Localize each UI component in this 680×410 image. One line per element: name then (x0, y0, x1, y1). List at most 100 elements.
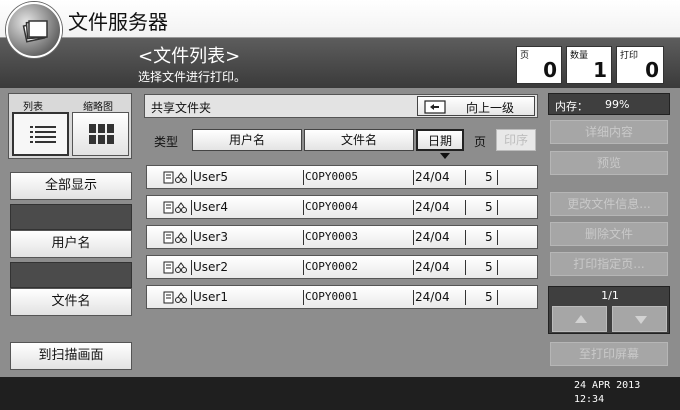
status-date: 24 APR 2013 (574, 380, 641, 391)
page-title: <文件列表> (138, 46, 241, 67)
sort-file-name-button[interactable]: 文件名 (304, 129, 414, 151)
folder-up-icon (424, 100, 446, 114)
column-divider (497, 290, 498, 305)
file-row[interactable]: User4 COPY0004 24/04 5 (146, 195, 538, 219)
user-name-field (10, 204, 132, 230)
stored-document-icon (163, 261, 187, 274)
column-divider (303, 260, 304, 275)
page-down-button[interactable] (612, 306, 667, 332)
file-pages: 5 (485, 200, 493, 214)
column-divider (497, 260, 498, 275)
pagination: 1/1 (548, 286, 670, 334)
list-icon (30, 126, 56, 143)
to-scan-screen-button[interactable]: 到扫描画面 (10, 342, 132, 370)
file-name: COPY0005 (305, 170, 358, 183)
memory-label: 内存： (555, 100, 588, 113)
app-title: 文件服务器 (68, 10, 168, 34)
type-label: 类型 (154, 135, 179, 149)
file-user: User1 (193, 290, 228, 304)
pages-column-label: 页 (474, 135, 487, 149)
up-one-level-label: 向上一级 (466, 101, 515, 115)
file-name-button[interactable]: 文件名 (10, 288, 132, 316)
file-name: COPY0003 (305, 230, 358, 243)
file-name: COPY0004 (305, 200, 358, 213)
stored-document-icon (163, 201, 187, 214)
to-print-screen-button[interactable]: 至打印屏幕 (550, 342, 668, 366)
sort-header: 类型 用户名 文件名 日期 页 印序 (144, 128, 544, 159)
title-bar: 文件服务器 (0, 0, 680, 58)
document-server-icon (6, 2, 62, 58)
preview-button[interactable]: 预览 (550, 151, 668, 175)
file-date: 24/04 (415, 170, 450, 184)
page-subtitle: 选择文件进行打印。 (138, 70, 247, 84)
file-row[interactable]: User1 COPY0001 24/04 5 (146, 285, 538, 309)
memory-status: 内存： 99% (548, 93, 670, 115)
page-up-button[interactable] (552, 306, 607, 332)
folder-bar: 共享文件夹 向上一级 (144, 94, 538, 118)
quantity-counter: 数量 1 (566, 46, 612, 84)
file-user: User3 (193, 230, 228, 244)
column-divider (497, 200, 498, 215)
print-counter-label: 打印 (620, 51, 639, 61)
column-divider (413, 170, 414, 185)
up-one-level-button[interactable]: 向上一级 (417, 96, 535, 116)
file-date: 24/04 (415, 290, 450, 304)
details-button[interactable]: 详细内容 (550, 120, 668, 144)
file-pages: 5 (485, 290, 493, 304)
thumbnail-view-button[interactable] (72, 112, 129, 156)
list-view-label: 列表 (23, 102, 43, 113)
file-row[interactable]: User3 COPY0003 24/04 5 (146, 225, 538, 249)
user-name-button[interactable]: 用户名 (10, 230, 132, 258)
sort-descending-icon (440, 153, 450, 159)
column-divider (191, 170, 192, 185)
column-divider (191, 200, 192, 215)
sort-date-button[interactable]: 日期 (416, 129, 464, 151)
memory-value: 99% (605, 98, 630, 111)
file-user: User5 (193, 170, 228, 184)
print-counter: 打印 0 (616, 46, 664, 84)
file-row[interactable]: User2 COPY0002 24/04 5 (146, 255, 538, 279)
sort-user-name-button[interactable]: 用户名 (192, 129, 302, 151)
column-divider (465, 260, 466, 275)
file-pages: 5 (485, 260, 493, 274)
column-divider (497, 170, 498, 185)
page-indicator: 1/1 (601, 289, 619, 302)
pages-counter-label: 页 (520, 51, 530, 61)
column-divider (465, 290, 466, 305)
shared-folder-label: 共享文件夹 (151, 101, 212, 115)
status-time: 12:34 (574, 394, 605, 405)
column-divider (413, 290, 414, 305)
column-divider (191, 230, 192, 245)
change-file-info-button[interactable]: 更改文件信息... (550, 192, 668, 216)
list-view-button[interactable] (12, 112, 69, 156)
header-band: <文件列表> 选择文件进行打印。 页 0 数量 1 打印 0 (0, 38, 680, 88)
file-user: User4 (193, 200, 228, 214)
file-date: 24/04 (415, 200, 450, 214)
print-counter-value: 0 (645, 58, 659, 82)
stored-document-icon (163, 171, 187, 184)
column-divider (413, 230, 414, 245)
arrow-up-icon (575, 315, 587, 323)
print-order-button[interactable]: 印序 (496, 129, 536, 151)
column-divider (465, 170, 466, 185)
column-divider (303, 200, 304, 215)
column-divider (465, 200, 466, 215)
thumbnail-view-label: 缩略图 (83, 102, 113, 113)
column-divider (303, 170, 304, 185)
file-name: COPY0001 (305, 290, 358, 303)
column-divider (413, 200, 414, 215)
file-name: COPY0002 (305, 260, 358, 273)
column-divider (465, 230, 466, 245)
show-all-button[interactable]: 全部显示 (10, 172, 132, 200)
view-toggle: 列表 缩略图 (8, 93, 132, 159)
column-divider (191, 260, 192, 275)
column-divider (191, 290, 192, 305)
print-specified-page-button[interactable]: 打印指定页... (550, 252, 668, 276)
delete-file-button[interactable]: 删除文件 (550, 222, 668, 246)
pages-counter-value: 0 (543, 58, 557, 82)
quantity-counter-value: 1 (593, 58, 607, 82)
column-divider (303, 230, 304, 245)
file-row[interactable]: User5 COPY0005 24/04 5 (146, 165, 538, 189)
file-date: 24/04 (415, 260, 450, 274)
stored-document-icon (163, 231, 187, 244)
